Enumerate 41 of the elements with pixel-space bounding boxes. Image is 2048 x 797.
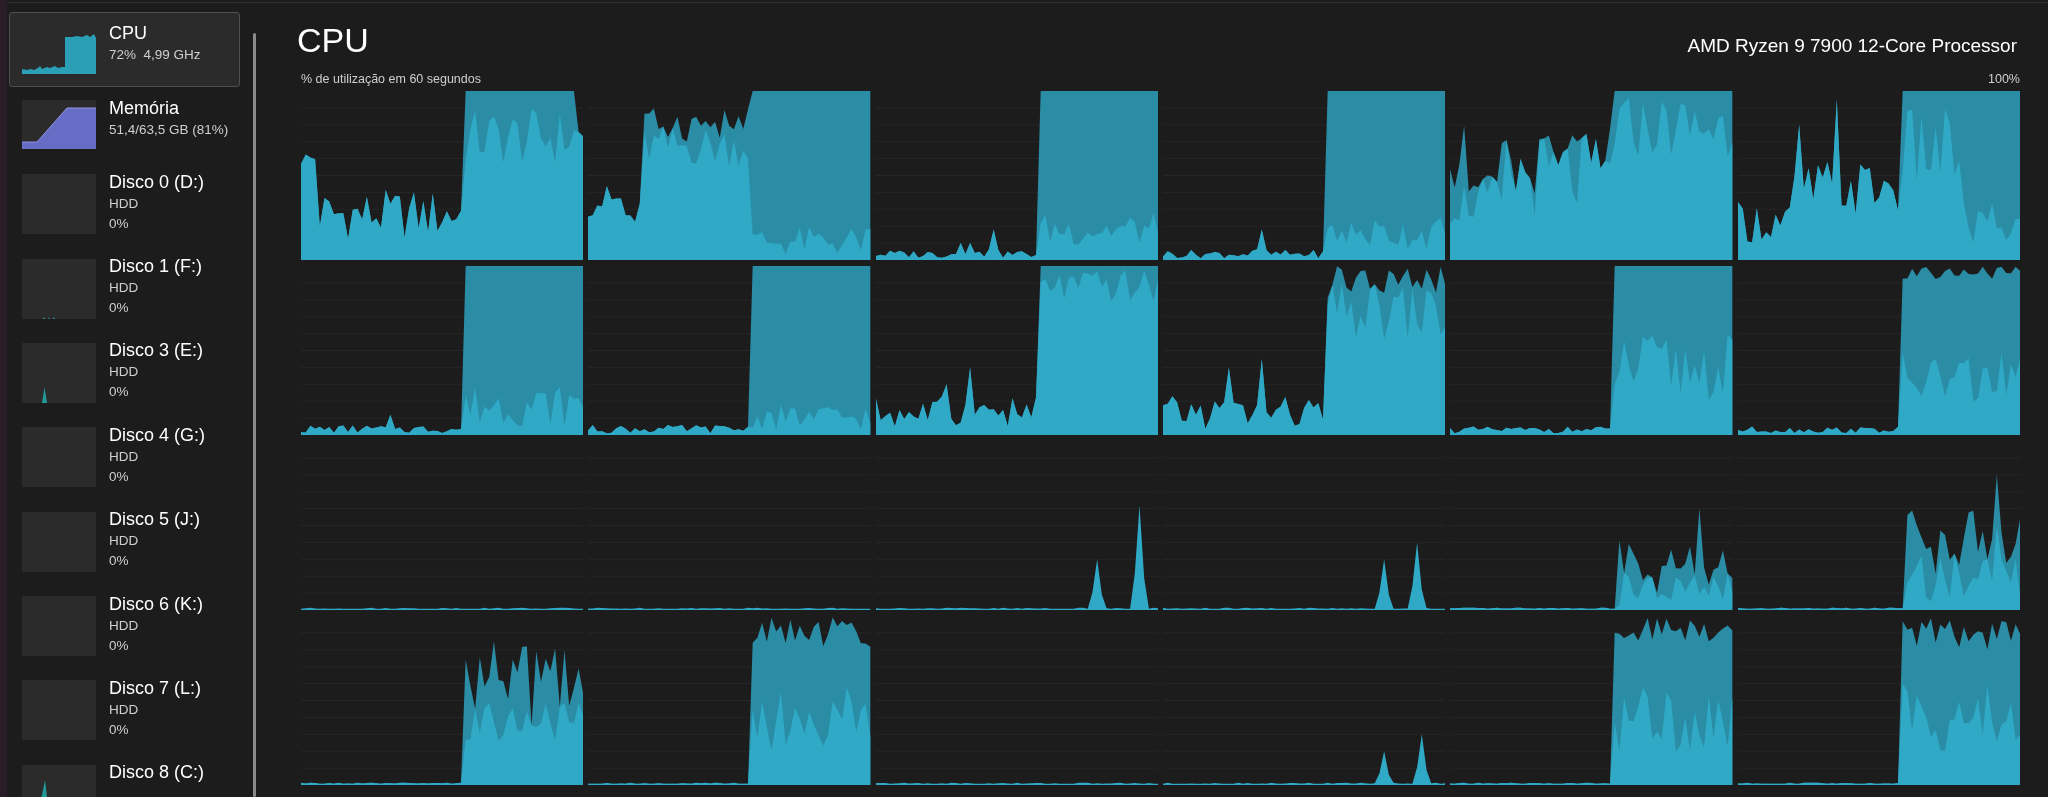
device-name: Disco 8 (C:): [109, 761, 204, 785]
device-detail: HDD: [109, 616, 140, 635]
sidebar-item[interactable]: Disco 4 (G:) HDD 0%: [9, 415, 240, 500]
device-detail: HDD: [109, 700, 140, 719]
device-detail: 0%: [109, 636, 130, 655]
device-detail: HDD: [109, 194, 140, 213]
sidebar-item[interactable]: Disco 8 (C:): [9, 752, 240, 797]
device-detail: 0%: [109, 467, 130, 486]
device-detail: HDD: [109, 532, 140, 551]
sidebar-item[interactable]: Memória 51,4/63,5 GB (81%): [9, 87, 240, 162]
page-title: CPU: [297, 20, 369, 60]
device-name: Disco 5 (J:): [109, 508, 200, 532]
device-name: Disco 3 (E:): [109, 339, 204, 363]
sidebar-item[interactable]: CPU 72% 4,99 GHz: [9, 12, 240, 87]
device-detail: HDD: [109, 279, 140, 298]
device-detail: 72% 4,99 GHz: [109, 45, 201, 64]
sidebar-item[interactable]: Disco 7 (L:) HDD 0%: [9, 668, 240, 753]
device-detail: 51,4/63,5 GB (81%): [109, 120, 227, 139]
device-name: Disco 1 (F:): [109, 255, 202, 279]
device-detail: 0%: [109, 299, 130, 318]
device-name: Disco 6 (K:): [109, 592, 204, 616]
device-detail: 0%: [109, 720, 130, 739]
graph-max-label: 100%: [1988, 71, 2020, 87]
device-detail: 0%: [109, 214, 130, 233]
device-name: Memória: [109, 96, 180, 120]
device-name: Disco 4 (G:): [109, 423, 205, 447]
sidebar-item[interactable]: Disco 1 (F:) HDD 0%: [9, 246, 240, 331]
processor-name: AMD Ryzen 9 7900 12-Core Processor: [1687, 34, 2017, 58]
sidebar-item[interactable]: Disco 3 (E:) HDD 0%: [9, 330, 240, 416]
device-name: Disco 7 (L:): [109, 676, 202, 700]
sidebar-item[interactable]: Disco 0 (D:) HDD 0%: [9, 162, 240, 247]
device-detail: HDD: [109, 447, 140, 466]
device-detail: 0%: [109, 552, 130, 571]
sidebar-item[interactable]: Disco 6 (K:) HDD 0%: [9, 583, 240, 669]
device-name: Disco 0 (D:): [109, 170, 204, 194]
sidebar-item[interactable]: Disco 5 (J:) HDD 0%: [9, 499, 240, 584]
device-name: CPU: [109, 21, 148, 45]
graph-caption: % de utilização em 60 segundos: [301, 71, 481, 87]
device-detail: HDD: [109, 363, 140, 382]
device-detail: 0%: [109, 383, 130, 402]
scrollbar-thumb[interactable]: [253, 33, 256, 797]
